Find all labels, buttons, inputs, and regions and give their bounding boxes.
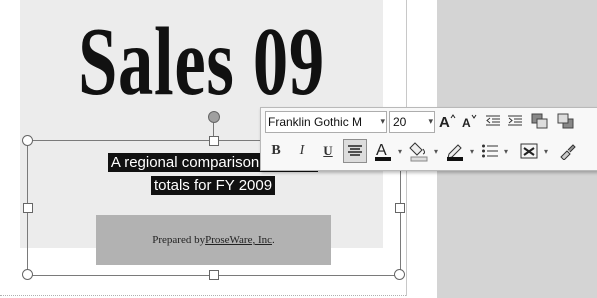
- svg-text:A: A: [462, 116, 471, 129]
- svg-text:A: A: [376, 142, 387, 159]
- shrink-font-icon: A: [462, 114, 477, 129]
- chevron-down-icon[interactable]: ▾: [428, 116, 433, 127]
- resize-handle-left[interactable]: [23, 203, 33, 213]
- rotation-handle[interactable]: [208, 111, 220, 123]
- slide-bottom-edge: [0, 295, 406, 297]
- resize-handle-top-left[interactable]: [22, 135, 33, 146]
- chevron-down-icon[interactable]: ▾: [502, 141, 510, 161]
- increase-indent-icon: [508, 115, 522, 126]
- center-align-icon: [348, 145, 362, 156]
- mini-toolbar: Franklin Gothic M ▾ 20 ▾ A A B I U A ▾ ▾…: [260, 107, 597, 171]
- format-painter-icon: [560, 144, 576, 160]
- bullets-icon: [482, 144, 498, 158]
- send-backward-button[interactable]: [555, 111, 577, 131]
- grow-font-button[interactable]: A: [437, 111, 457, 131]
- resize-handle-bottom-left[interactable]: [22, 269, 33, 280]
- pen-outline-icon: [447, 144, 463, 161]
- underline-button[interactable]: U: [319, 141, 337, 161]
- grow-font-icon: A: [439, 114, 456, 129]
- chevron-down-icon[interactable]: ▾: [432, 141, 440, 161]
- shrink-font-button[interactable]: A: [459, 111, 479, 131]
- slide-workspace: Sales 09 A regional comparison of sales …: [0, 0, 597, 298]
- chevron-down-icon[interactable]: ▾: [542, 141, 550, 161]
- chevron-down-icon[interactable]: ▾: [396, 141, 404, 161]
- italic-button[interactable]: I: [293, 141, 311, 161]
- chevron-down-icon[interactable]: ▾: [380, 116, 385, 127]
- chevron-down-icon[interactable]: ▾: [468, 141, 476, 161]
- quick-styles-button[interactable]: [517, 139, 541, 163]
- decrease-indent-icon: [486, 115, 500, 126]
- bring-forward-icon: [531, 113, 548, 129]
- increase-indent-button[interactable]: [505, 111, 525, 131]
- format-painter-button[interactable]: [555, 139, 579, 163]
- bold-button[interactable]: B: [267, 141, 285, 161]
- shape-fill-button[interactable]: [407, 139, 431, 163]
- font-color-button[interactable]: A: [371, 139, 395, 163]
- font-size-value: 20: [393, 115, 407, 129]
- font-name-value: Franklin Gothic M: [268, 115, 363, 129]
- paint-bucket-icon: [409, 142, 428, 162]
- decrease-indent-button[interactable]: [483, 111, 503, 131]
- center-align-button[interactable]: [343, 139, 367, 163]
- bullets-button[interactable]: [479, 139, 501, 163]
- quick-styles-icon: [520, 143, 538, 159]
- send-backward-icon: [557, 113, 574, 129]
- bring-forward-button[interactable]: [529, 111, 551, 131]
- resize-handle-bottom[interactable]: [209, 270, 219, 280]
- font-color-icon: A: [375, 142, 391, 161]
- font-size-combo[interactable]: 20 ▾: [389, 111, 435, 133]
- resize-handle-top[interactable]: [209, 136, 219, 146]
- resize-handle-right[interactable]: [395, 203, 405, 213]
- svg-text:A: A: [439, 114, 450, 129]
- font-name-combo[interactable]: Franklin Gothic M ▾: [265, 111, 387, 133]
- shape-outline-button[interactable]: [443, 139, 467, 163]
- resize-handle-bottom-right[interactable]: [394, 269, 405, 280]
